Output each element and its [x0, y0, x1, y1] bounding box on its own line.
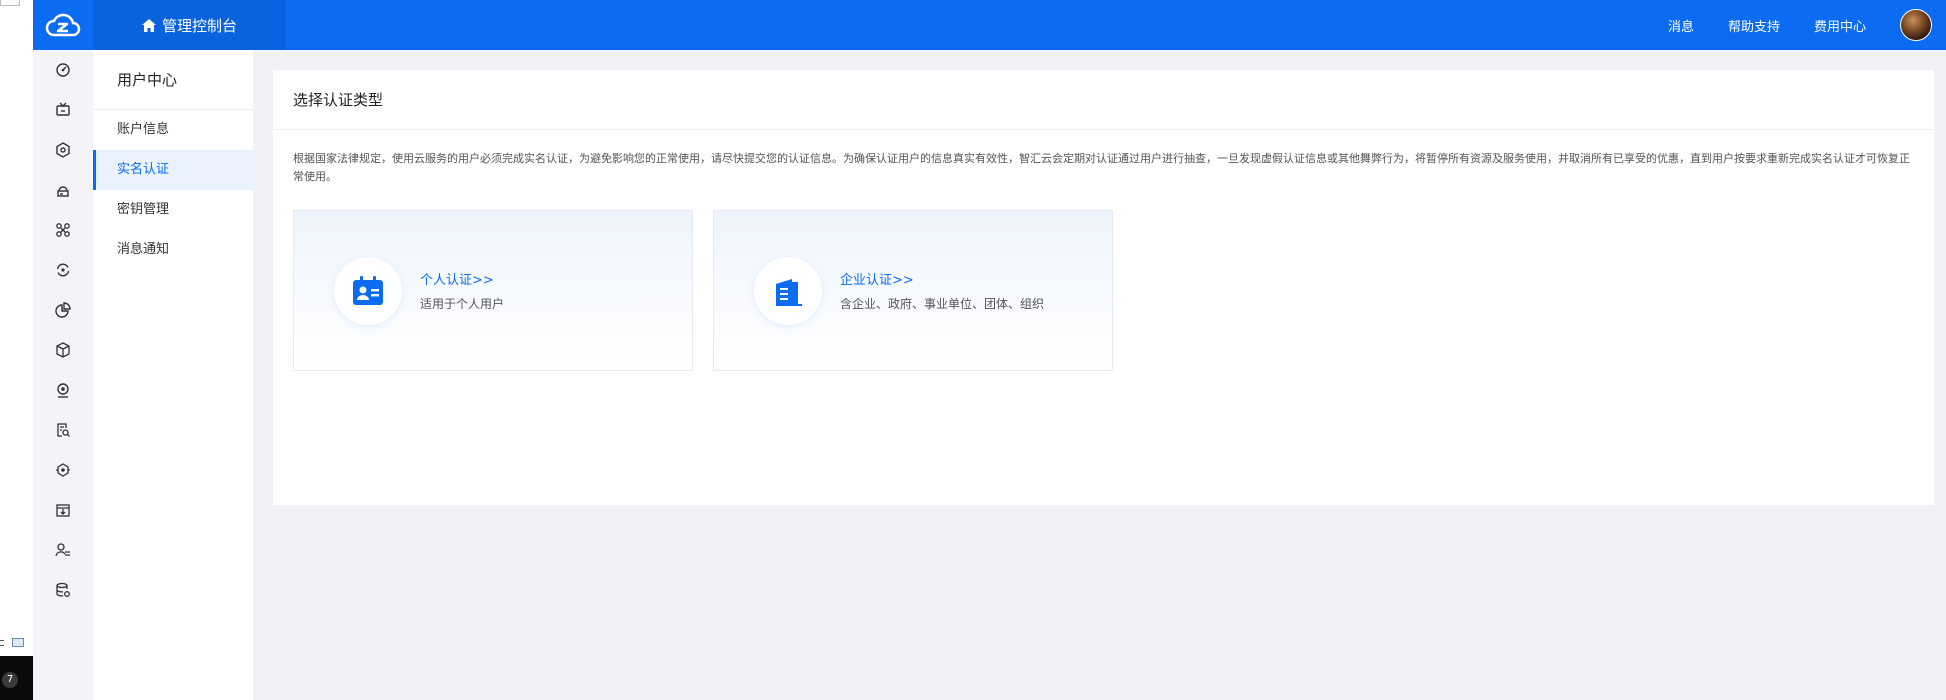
user-avatar[interactable]: [1900, 9, 1932, 41]
building-icon: [776, 279, 802, 306]
top-header: 管理控制台 消息 帮助支持 费用中心: [33, 0, 1946, 50]
database-gear-icon: [56, 582, 70, 597]
auth-options: 个人认证>> 适用于个人用户 企业认证>> 含企业、政府、事业单位、团体、组织: [293, 210, 1133, 371]
subnav-item-account-info[interactable]: 账户信息: [93, 110, 253, 150]
edge-menu-icon: [0, 640, 4, 646]
enterprise-auth-desc: 含企业、政府、事业单位、团体、组织: [840, 297, 1045, 311]
personal-auth-icon-wrap: [334, 257, 402, 325]
pie-chart-icon: [55, 302, 71, 318]
edge-box: [0, 0, 20, 6]
webcam-icon: [57, 383, 69, 398]
tray-badge[interactable]: 7: [2, 672, 18, 688]
subnav-title: 用户中心: [93, 50, 253, 110]
rail-item-security[interactable]: [33, 130, 93, 170]
rail-item-audit[interactable]: [33, 410, 93, 450]
rail-item-monitor[interactable]: [33, 90, 93, 130]
header-actions: 消息 帮助支持 费用中心: [1668, 0, 1946, 50]
personal-auth-option[interactable]: 个人认证>> 适用于个人用户: [293, 210, 693, 371]
dashboard-icon: [56, 63, 70, 77]
rail-item-dashboard[interactable]: [33, 50, 93, 90]
brand-logo[interactable]: [33, 0, 93, 50]
id-card-icon: [353, 276, 383, 305]
subnav-item-notifications[interactable]: 消息通知: [93, 230, 253, 270]
search-doc-icon: [57, 423, 70, 437]
left-edge-strip: 7: [0, 0, 33, 700]
download-box-icon: [56, 504, 70, 517]
console-title[interactable]: 管理控制台: [93, 0, 286, 50]
sub-navigation: 用户中心 账户信息 实名认证 密钥管理 消息通知: [93, 50, 253, 700]
personal-auth-title[interactable]: 个人认证>>: [420, 269, 494, 288]
billing-center-link[interactable]: 费用中心: [1814, 16, 1866, 35]
cloud-logo-icon: [45, 13, 81, 37]
rail-item-camera[interactable]: [33, 370, 93, 410]
main-card: 选择认证类型 根据国家法律规定，使用云服务的用户必须完成实名认证，为避免影响您的…: [273, 70, 1934, 505]
hexagon-shield-icon: [56, 142, 70, 158]
box-icon: [56, 342, 70, 358]
messages-link[interactable]: 消息: [1668, 16, 1694, 35]
enterprise-auth-icon-wrap: [754, 257, 822, 325]
rail-item-download[interactable]: [33, 490, 93, 530]
sync-icon: [56, 263, 70, 277]
subnav-item-real-name-auth[interactable]: 实名认证: [93, 150, 253, 190]
auth-notice: 根据国家法律规定，使用云服务的用户必须完成实名认证，为避免影响您的正常使用，请尽…: [293, 152, 1910, 183]
rail-item-sync[interactable]: [33, 250, 93, 290]
enterprise-auth-option[interactable]: 企业认证>> 含企业、政府、事业单位、团体、组织: [713, 210, 1113, 371]
enterprise-auth-title[interactable]: 企业认证>>: [840, 269, 914, 288]
cube-network-icon: [56, 463, 70, 477]
user-list-icon: [55, 543, 70, 557]
subnav-item-key-management[interactable]: 密钥管理: [93, 190, 253, 230]
rail-item-analytics[interactable]: [33, 290, 93, 330]
help-support-link[interactable]: 帮助支持: [1728, 16, 1780, 35]
rail-item-cloud-host[interactable]: [33, 170, 93, 210]
network-icon: [56, 223, 70, 237]
monitor-icon: [56, 102, 70, 116]
rail-item-database[interactable]: [33, 570, 93, 610]
taskbar-tray: 7: [0, 656, 33, 700]
console-title-text: 管理控制台: [161, 16, 237, 35]
rail-item-container[interactable]: [33, 450, 93, 490]
cloud-host-icon: [57, 186, 69, 197]
edge-window-icon: [12, 638, 24, 647]
personal-auth-desc: 适用于个人用户: [420, 297, 505, 311]
rail-item-network[interactable]: [33, 210, 93, 250]
icon-rail: [33, 50, 93, 700]
rail-item-storage[interactable]: [33, 330, 93, 370]
home-icon: [141, 18, 156, 32]
page-title: 选择认证类型: [273, 70, 1934, 130]
rail-item-users[interactable]: [33, 530, 93, 570]
